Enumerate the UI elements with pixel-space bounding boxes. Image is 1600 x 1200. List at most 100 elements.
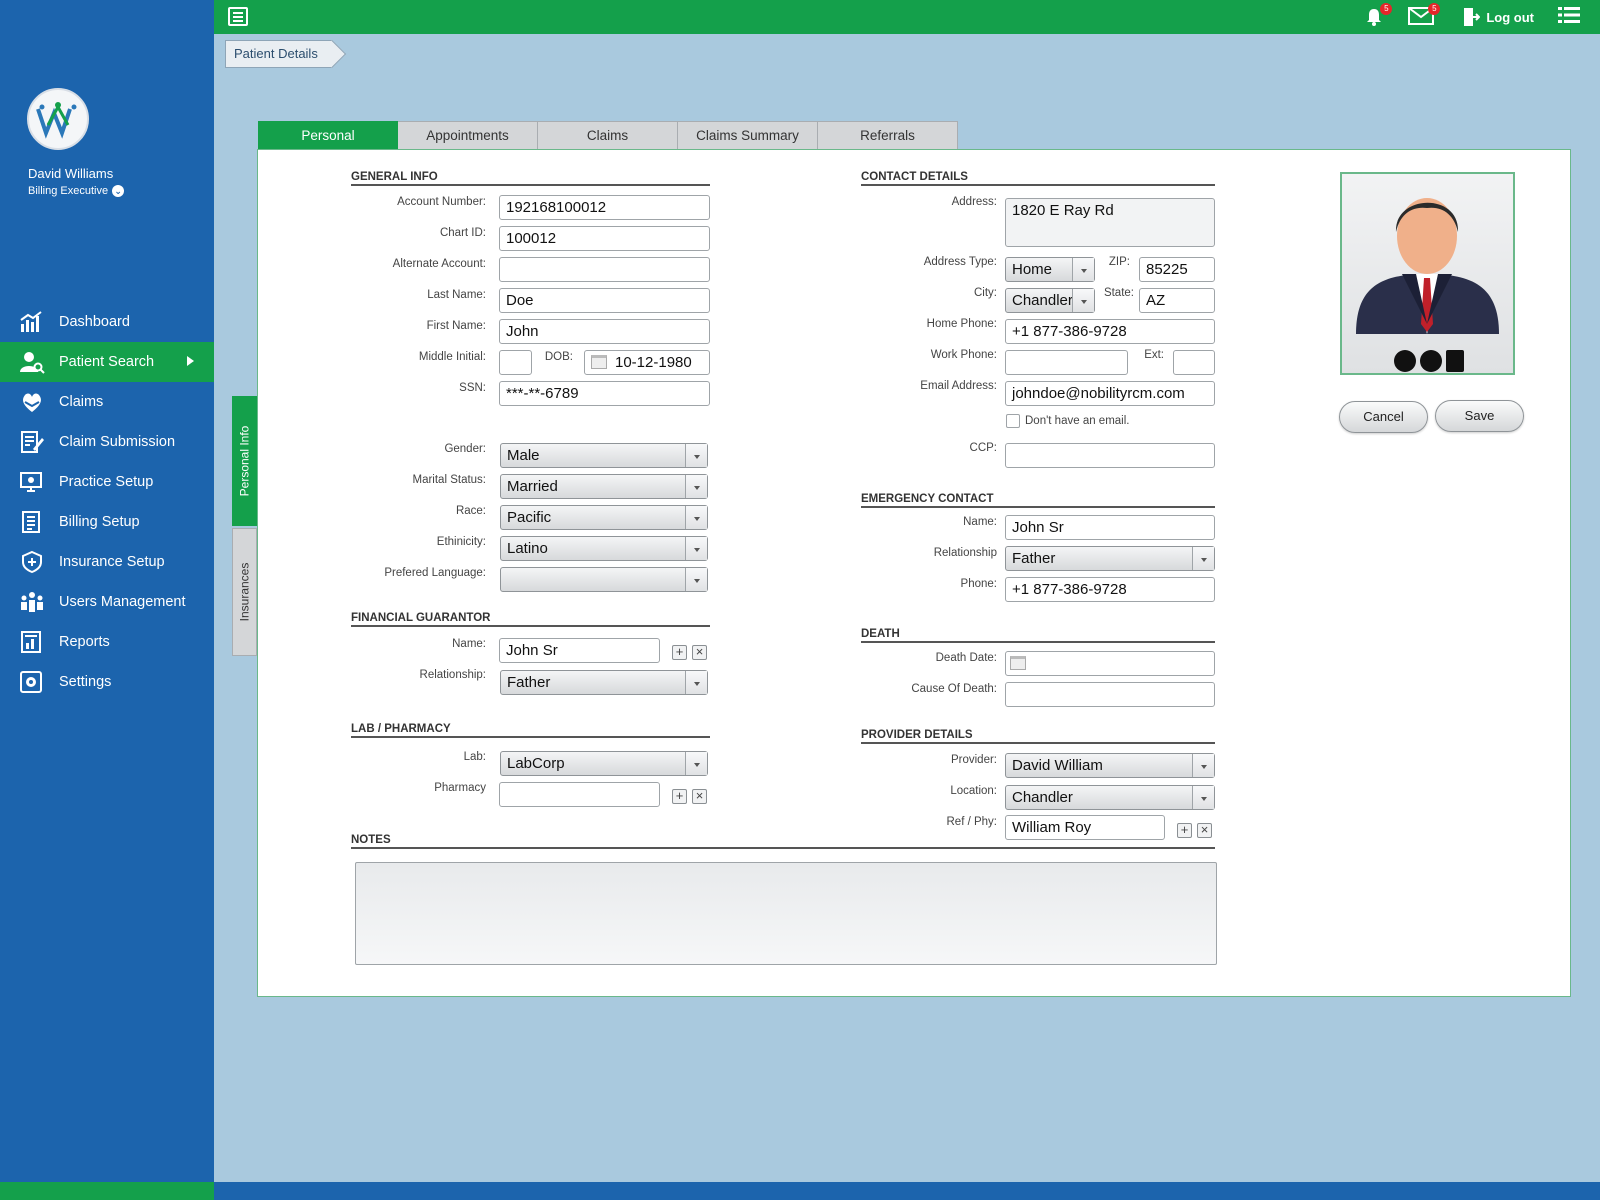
zip-input[interactable]: 85225 — [1139, 257, 1215, 282]
add-pharmacy-button[interactable]: + — [672, 789, 687, 804]
menu-icon[interactable] — [228, 7, 248, 26]
pharmacy-input[interactable] — [499, 782, 660, 807]
caret-right-icon — [187, 356, 194, 366]
user-role-dropdown[interactable]: Billing Executive ⌄ — [28, 185, 125, 197]
nav-label: Patient Search — [59, 354, 155, 370]
side-tab-insurances[interactable]: Insurances — [232, 528, 257, 656]
label-preferred-language: Prefered Language: — [384, 567, 486, 579]
marital-status-select[interactable]: Married — [500, 474, 708, 499]
state-input[interactable]: AZ — [1139, 288, 1215, 313]
tab-personal[interactable]: Personal — [258, 121, 398, 156]
remove-guarantor-button[interactable]: × — [692, 645, 707, 660]
first-name-input[interactable]: John — [499, 319, 710, 344]
work-phone-input[interactable] — [1005, 350, 1128, 375]
alternate-account-input[interactable] — [499, 257, 710, 282]
tab-claims[interactable]: Claims — [538, 121, 678, 150]
camera-icon[interactable] — [1420, 350, 1442, 372]
side-tab-personal-info[interactable]: Personal Info — [232, 396, 263, 526]
preferred-language-select[interactable] — [500, 567, 708, 592]
save-button[interactable]: Save — [1435, 400, 1524, 432]
notes-textarea[interactable] — [355, 862, 1217, 965]
nav-practice-setup[interactable]: Practice Setup — [0, 462, 214, 502]
calendar-icon[interactable] — [591, 355, 607, 369]
guarantor-name-input[interactable]: John Sr — [499, 638, 660, 663]
nav-users-management[interactable]: Users Management — [0, 582, 214, 622]
label-ext: Ext: — [1144, 349, 1164, 361]
chart-id-input[interactable]: 100012 — [499, 226, 710, 251]
tab-appointments[interactable]: Appointments — [398, 121, 538, 150]
label-ssn: SSN: — [459, 382, 486, 394]
section-contact-details: CONTACT DETAILS — [861, 171, 1215, 186]
nav-label: Users Management — [59, 594, 186, 610]
label-chart-id: Chart ID: — [439, 227, 486, 239]
tab-referrals[interactable]: Referrals — [818, 121, 958, 150]
ethnicity-select[interactable]: Latino — [500, 536, 708, 561]
cancel-button[interactable]: Cancel — [1339, 401, 1428, 433]
upload-icon[interactable] — [1394, 350, 1416, 372]
cause-of-death-input[interactable] — [1005, 682, 1215, 707]
nav-insurance-setup[interactable]: Insurance Setup — [0, 542, 214, 582]
section-lab-pharmacy: LAB / PHARMACY — [351, 723, 710, 738]
nav-claims[interactable]: Claims — [0, 382, 214, 422]
tab-claims-summary[interactable]: Claims Summary — [678, 121, 818, 150]
death-date-input[interactable] — [1005, 651, 1215, 676]
logout-button[interactable]: Log out — [1462, 7, 1534, 27]
provider-select[interactable]: David William — [1005, 753, 1215, 778]
label-emergency-name: Name: — [963, 516, 997, 528]
section-financial-guarantor: FINANCIAL GUARANTOR — [351, 612, 710, 627]
middle-initial-input[interactable] — [499, 350, 532, 375]
race-select[interactable]: Pacific — [500, 505, 708, 530]
lab-select[interactable]: LabCorp — [500, 751, 708, 776]
label-dob: DOB: — [544, 351, 573, 363]
users-management-icon — [21, 592, 43, 612]
messages-button[interactable]: 5 — [1408, 3, 1441, 27]
nav-reports[interactable]: Reports — [0, 622, 214, 662]
claim-submission-icon — [21, 431, 44, 453]
last-name-input[interactable]: Doe — [499, 288, 710, 313]
chart-bar-icon — [20, 311, 42, 332]
email-input[interactable]: johndoe@nobilityrcm.com — [1005, 381, 1215, 406]
address-input[interactable]: 1820 E Ray Rd — [1005, 198, 1215, 247]
add-guarantor-button[interactable]: + — [672, 645, 687, 660]
list-menu-button[interactable] — [1558, 6, 1580, 29]
ext-input[interactable] — [1173, 350, 1215, 375]
location-select[interactable]: Chandler — [1005, 785, 1215, 810]
patient-tabs: Personal Appointments Claims Claims Summ… — [258, 121, 958, 156]
no-email-checkbox[interactable] — [1006, 414, 1020, 428]
ccp-input[interactable] — [1005, 443, 1215, 468]
nav-dashboard[interactable]: Dashboard — [0, 302, 214, 342]
ssn-input[interactable]: ***-**-6789 — [499, 381, 710, 406]
calendar-icon[interactable] — [1010, 656, 1026, 670]
notifications-button[interactable]: 5 — [1364, 3, 1393, 27]
nav-claim-submission[interactable]: Claim Submission — [0, 422, 214, 462]
chevron-down-icon — [1072, 289, 1094, 312]
city-select[interactable]: Chandler — [1005, 288, 1095, 313]
home-phone-input[interactable]: +1 877-386-9728 — [1005, 319, 1215, 344]
nav-patient-search[interactable]: Patient Search — [0, 342, 214, 382]
nav-settings[interactable]: Settings — [0, 662, 214, 702]
label-zip: ZIP: — [1108, 256, 1130, 268]
gender-select[interactable]: Male — [500, 443, 708, 468]
sidebar: David Williams Billing Executive ⌄ Dashb… — [0, 0, 214, 1200]
emergency-relationship-select[interactable]: Father — [1005, 546, 1215, 571]
nav-billing-setup[interactable]: Billing Setup — [0, 502, 214, 542]
label-city: City: — [974, 287, 997, 299]
nav-label: Settings — [59, 674, 112, 690]
dob-input[interactable]: 10-12-1980 — [584, 350, 710, 375]
chevron-down-icon — [685, 506, 707, 529]
address-type-select[interactable]: Home — [1005, 257, 1095, 282]
emergency-name-input[interactable]: John Sr — [1005, 515, 1215, 540]
breadcrumb[interactable]: Patient Details — [225, 40, 332, 68]
label-ethnicity: Ethinicity: — [436, 536, 486, 548]
label-alternate-account: Alternate Account: — [392, 258, 486, 270]
user-name: David Williams — [28, 166, 114, 181]
label-last-name: Last Name: — [427, 289, 486, 301]
emergency-phone-input[interactable]: +1 877-386-9728 — [1005, 577, 1215, 602]
logo-mark-icon — [36, 102, 77, 139]
guarantor-relationship-select[interactable]: Father — [500, 670, 708, 695]
crop-icon[interactable] — [1446, 350, 1464, 372]
list-icon — [1558, 6, 1580, 23]
remove-pharmacy-button[interactable]: × — [692, 789, 707, 804]
insurance-setup-icon — [22, 550, 42, 574]
account-number-input[interactable]: 192168100012 — [499, 195, 710, 220]
